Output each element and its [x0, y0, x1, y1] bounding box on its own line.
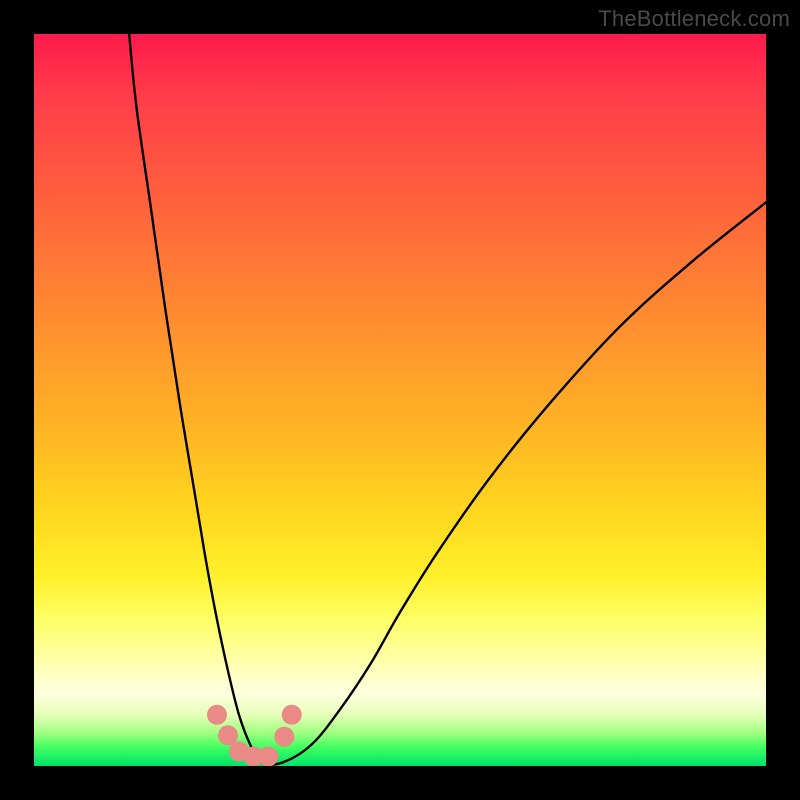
bottleneck-curve [129, 34, 766, 765]
chart-plot-area [34, 34, 766, 766]
valley-marker [207, 705, 227, 725]
valley-marker [282, 705, 302, 725]
chart-svg [34, 34, 766, 766]
chart-frame: TheBottleneck.com [0, 0, 800, 800]
valley-marker [258, 747, 278, 767]
watermark-text: TheBottleneck.com [598, 6, 790, 32]
valley-marker [274, 727, 294, 747]
marker-group [207, 705, 302, 766]
